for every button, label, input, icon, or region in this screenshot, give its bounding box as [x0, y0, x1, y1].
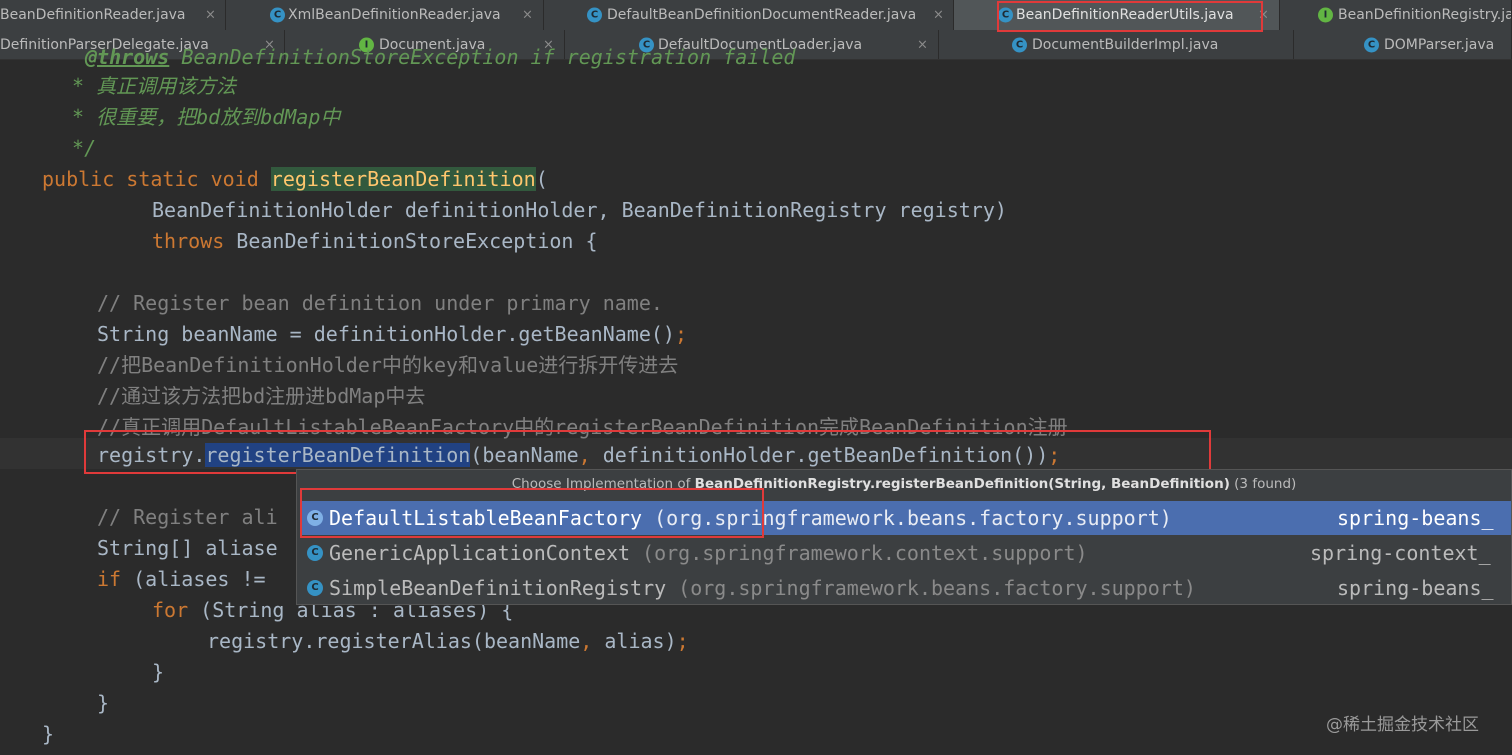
code-line-aliases: String[] aliase	[97, 536, 278, 560]
implementation-item-simple-bean-definition-registry[interactable]: C SimpleBeanDefinitionRegistry (org.sprin…	[301, 571, 1511, 605]
code-line-throws: throws BeanDefinitionStoreException {	[152, 229, 598, 253]
implementation-name: SimpleBeanDefinitionRegistry	[329, 576, 667, 600]
tab-bean-definition-registry[interactable]: I BeanDefinitionRegistry.java	[1280, 0, 1512, 30]
code-line-method-signature: public static void registerBeanDefinitio…	[42, 167, 548, 191]
tab-label: DefaultBeanDefinitionDocumentReader.java	[607, 7, 917, 23]
tab-label: BeanDefinitionRegistry.java	[1338, 7, 1512, 23]
implementation-library: spring-context_	[1310, 541, 1491, 565]
class-icon: C	[998, 7, 1013, 23]
editor-tab-bar-row-1: BeanDefinitionReader.java × C XmlBeanDef…	[0, 0, 1512, 31]
tab-document-builder-impl[interactable]: C DocumentBuilderImpl.java	[939, 30, 1294, 59]
code-line-close-method: }	[42, 722, 55, 746]
implementation-package: (org.springframework.beans.factory.suppo…	[678, 576, 1196, 600]
close-icon[interactable]: ×	[1258, 8, 1269, 23]
implementation-library: spring-beans_	[1337, 576, 1494, 600]
code-line-comment-cn-3: //真正调用DefaultListableBeanFactory中的regist…	[97, 415, 1068, 439]
tab-label: BeanDefinitionReaderUtils.java	[1016, 7, 1234, 23]
tab-default-bean-definition-document-reader[interactable]: C DefaultBeanDefinitionDocumentReader.ja…	[544, 0, 954, 30]
code-line-comment-cn-2: //通过该方法把bd注册进bdMap中去	[97, 384, 426, 408]
tab-label: BeanDefinitionReader.java	[0, 7, 186, 23]
close-icon[interactable]: ×	[917, 37, 928, 52]
class-icon: C	[307, 580, 323, 596]
code-line-close-if: }	[97, 691, 110, 715]
code-line-javadoc-end: */	[60, 136, 97, 160]
implementation-item-default-listable-bean-factory[interactable]: C DefaultListableBeanFactory (org.springf…	[301, 501, 1511, 535]
code-line-if: if (aliases !=	[97, 567, 266, 591]
code-line-comment-alias: // Register ali	[97, 505, 278, 529]
implementation-package: (org.springframework.context.support)	[642, 541, 1088, 565]
code-line-close-for: }	[152, 660, 165, 684]
tab-dom-parser[interactable]: C DOMParser.java	[1294, 30, 1512, 59]
selected-method-call[interactable]: registerBeanDefinition	[205, 443, 471, 467]
code-line-javadoc-2: * 很重要，把bd放到bdMap中	[60, 105, 341, 129]
code-line-comment-cn-1: //把BeanDefinitionHolder中的key和value进行拆开传进…	[97, 353, 679, 377]
tab-label: DocumentBuilderImpl.java	[1032, 36, 1219, 53]
watermark: @稀土掘金技术社区	[1326, 715, 1479, 735]
tab-label: XmlBeanDefinitionReader.java	[288, 7, 501, 23]
choose-implementation-popup[interactable]: Choose Implementation of BeanDefinitionR…	[296, 469, 1512, 605]
implementation-package: (org.springframework.beans.factory.suppo…	[654, 506, 1172, 530]
close-icon[interactable]: ×	[522, 8, 533, 23]
tab-bean-definition-reader-utils[interactable]: C BeanDefinitionReaderUtils.java ×	[954, 0, 1280, 30]
code-line-javadoc-throws: @throws BeanDefinitionStoreException if …	[85, 45, 796, 69]
interface-icon: I	[1318, 7, 1333, 23]
close-icon[interactable]: ×	[205, 8, 216, 23]
class-icon: C	[587, 7, 602, 23]
class-icon: C	[1012, 37, 1027, 52]
code-editor[interactable]: @throws BeanDefinitionStoreException if …	[0, 45, 1512, 755]
class-icon: C	[1364, 37, 1379, 52]
code-line-register-call: registry.registerBeanDefinition(beanName…	[97, 443, 1061, 467]
tab-bean-definition-reader[interactable]: BeanDefinitionReader.java ×	[0, 0, 226, 30]
implementation-name: DefaultListableBeanFactory	[329, 506, 643, 530]
implementation-name: GenericApplicationContext	[329, 541, 631, 565]
code-line-javadoc-1: * 真正调用该方法	[60, 74, 237, 98]
class-icon: C	[307, 545, 323, 561]
code-line-bean-name: String beanName = definitionHolder.getBe…	[97, 322, 688, 346]
class-icon: C	[307, 510, 323, 526]
tab-label: DOMParser.java	[1384, 36, 1495, 53]
code-line-comment-register: // Register bean definition under primar…	[97, 291, 663, 315]
method-declaration-name: registerBeanDefinition	[270, 167, 536, 191]
code-line-register-alias: registry.registerAlias(beanName, alias);	[207, 629, 689, 653]
close-icon[interactable]: ×	[933, 8, 944, 23]
popup-header: Choose Implementation of BeanDefinitionR…	[511, 476, 1297, 492]
tab-xml-bean-definition-reader[interactable]: C XmlBeanDefinitionReader.java ×	[226, 0, 544, 30]
implementation-item-generic-application-context[interactable]: C GenericApplicationContext (org.springfr…	[301, 536, 1511, 570]
class-icon: C	[270, 7, 285, 23]
implementation-library: spring-beans_	[1337, 506, 1494, 530]
code-line-params: BeanDefinitionHolder definitionHolder, B…	[152, 198, 1007, 222]
